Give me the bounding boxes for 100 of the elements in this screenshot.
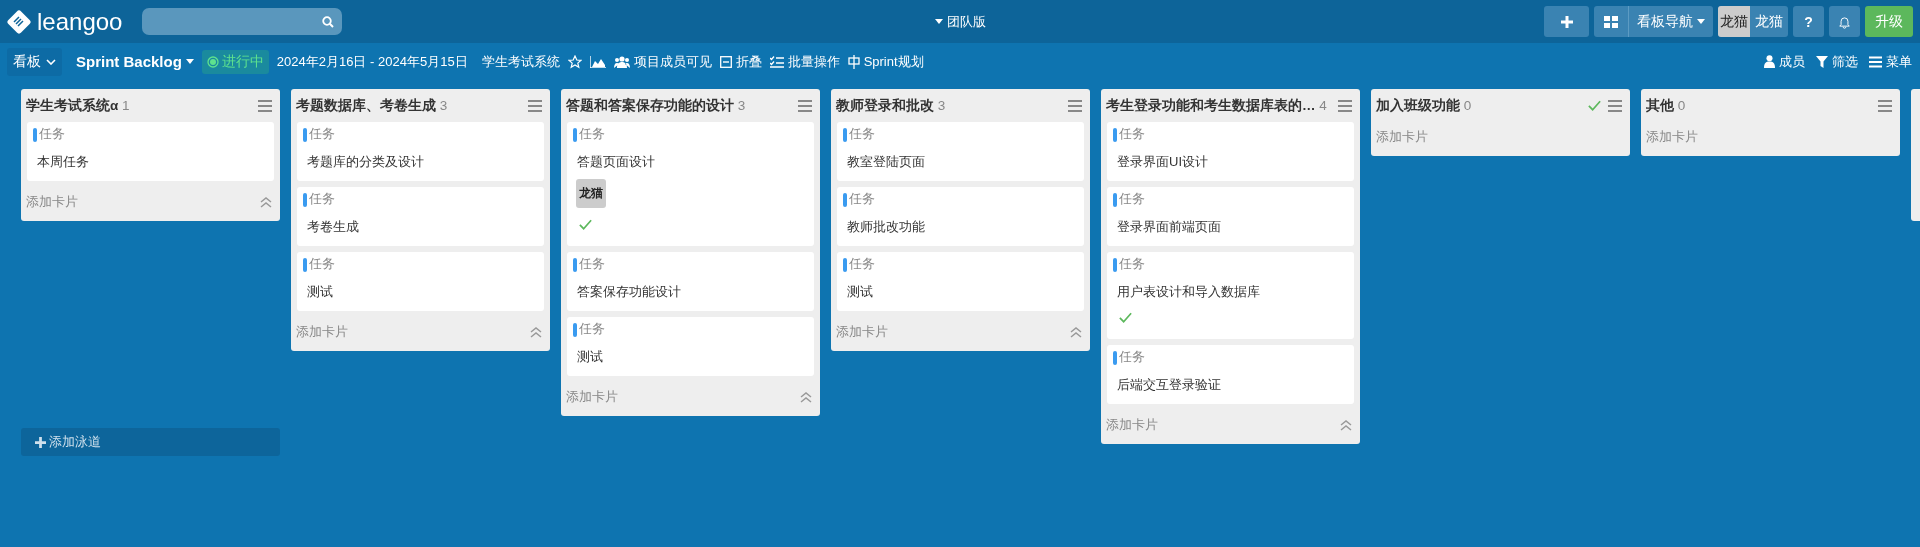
- add-lane-button[interactable]: 添加泳道: [21, 428, 280, 456]
- task-card[interactable]: 任务 考题库的分类及设计: [297, 122, 544, 181]
- lane-title: 考题数据库、考卷生成 3: [296, 96, 449, 115]
- logo-text: leangoo: [37, 7, 123, 36]
- card-title: 测试: [307, 283, 334, 301]
- chevron-icon: [46, 58, 56, 65]
- card-type: 任务: [579, 256, 605, 273]
- card-type: 任务: [849, 126, 875, 143]
- status-badge: 进行中: [201, 49, 269, 74]
- collapse-icon[interactable]: [530, 326, 542, 338]
- collapse-icon[interactable]: [1340, 419, 1352, 431]
- task-card[interactable]: 任务 答题页面设计 龙猫: [567, 122, 814, 246]
- card-title: 答题页面设计: [577, 153, 656, 171]
- add-card-link[interactable]: 添加卡片: [26, 193, 78, 211]
- board-nav-button[interactable]: 看板导航: [1594, 6, 1713, 37]
- task-card[interactable]: 任务 测试: [297, 252, 544, 311]
- help-button[interactable]: ?: [1793, 6, 1824, 37]
- star-icon[interactable]: [567, 54, 582, 69]
- menu-icon[interactable]: [1878, 99, 1892, 112]
- collapse-icon: [719, 55, 732, 68]
- collapse-icon[interactable]: [1070, 326, 1082, 338]
- card-type: 任务: [1119, 349, 1145, 366]
- add-button[interactable]: [1544, 6, 1589, 37]
- board-name-dropdown[interactable]: Sprint Backlog: [76, 53, 194, 70]
- tag-marker: [1113, 257, 1117, 272]
- task-card[interactable]: 任务 登录界面UI设计: [1107, 122, 1354, 181]
- tag-marker: [573, 322, 577, 337]
- view-dropdown[interactable]: 看板: [7, 47, 62, 76]
- menu-icon[interactable]: [798, 99, 812, 112]
- search-field[interactable]: [142, 8, 343, 35]
- card-title: 用户表设计和导入数据库: [1117, 283, 1261, 301]
- menu-icon[interactable]: [528, 99, 542, 112]
- task-card[interactable]: 任务 测试: [567, 317, 814, 376]
- tag-marker: [573, 257, 577, 272]
- checklist-icon: [769, 55, 784, 68]
- task-card[interactable]: 任务 后端交互登录验证: [1107, 345, 1354, 404]
- card-title: 测试: [577, 348, 604, 366]
- task-card[interactable]: 任务 教室登陆页面: [837, 122, 1084, 181]
- card-title: 教师批改功能: [847, 218, 926, 236]
- add-card-link[interactable]: 添加卡片: [566, 388, 618, 406]
- caret-icon: [1697, 19, 1705, 24]
- task-card[interactable]: 任务 教师批改功能: [837, 187, 1084, 246]
- add-card-link[interactable]: 添加卡片: [1646, 128, 1698, 146]
- menu-icon[interactable]: [1068, 99, 1082, 112]
- menu-icon[interactable]: [1338, 99, 1352, 112]
- card-type: 任务: [39, 126, 65, 143]
- grid-icon: [1604, 15, 1618, 28]
- tag-marker: [843, 192, 847, 207]
- user-name[interactable]: 龙猫: [1750, 12, 1788, 31]
- notification-button[interactable]: [1829, 6, 1860, 37]
- tag-marker: [1113, 127, 1117, 142]
- caret-icon: [934, 19, 943, 24]
- card-title: 考题库的分类及设计: [307, 153, 425, 171]
- toolbar-link[interactable]: 筛选: [1816, 52, 1858, 71]
- card-title: 登录界面UI设计: [1117, 153, 1209, 171]
- toolbar-link[interactable]: 项目成员可见: [613, 52, 712, 71]
- card-type: 任务: [1119, 191, 1145, 208]
- task-card[interactable]: 任务 测试: [837, 252, 1084, 311]
- project-link[interactable]: 学生考试系统: [481, 52, 560, 71]
- tag-marker: [303, 127, 307, 142]
- card-title: 登录界面前端页面: [1117, 218, 1222, 236]
- sprint-dates: 2024年2月16日 - 2024年5月15日: [276, 52, 468, 71]
- card-type: 任务: [309, 256, 335, 273]
- toolbar-link[interactable]: 菜单: [1869, 52, 1912, 71]
- edition-menu[interactable]: 团队版: [946, 12, 986, 31]
- collapse-icon[interactable]: [800, 391, 812, 403]
- card-type: 任务: [309, 191, 335, 208]
- card-type: 任务: [849, 191, 875, 208]
- add-card-link[interactable]: 添加卡片: [1106, 416, 1158, 434]
- task-card[interactable]: 任务 本周任务: [27, 122, 274, 181]
- task-card[interactable]: 任务 答案保存功能设计: [567, 252, 814, 311]
- tag-marker: [843, 127, 847, 142]
- toolbar-link[interactable]: 折叠: [719, 52, 762, 71]
- toolbar-link[interactable]: Sprint规划: [847, 52, 924, 71]
- lane-title: 其他 0: [1646, 96, 1687, 115]
- tag-marker: [843, 257, 847, 272]
- task-card[interactable]: 任务 用户表设计和导入数据库: [1107, 252, 1354, 339]
- add-card-link[interactable]: 添加卡片: [836, 323, 888, 341]
- tag-marker: [573, 127, 577, 142]
- collapse-icon[interactable]: [260, 196, 272, 208]
- toolbar-link[interactable]: 批量操作: [769, 52, 840, 71]
- sprint-icon: [847, 54, 860, 69]
- card-type: 任务: [849, 256, 875, 273]
- task-card[interactable]: 任务 登录界面前端页面: [1107, 187, 1354, 246]
- menu-icon[interactable]: [258, 99, 272, 112]
- lane-title: 教师登录和批改 3: [836, 96, 947, 115]
- card-type: 任务: [579, 321, 605, 338]
- add-card-link[interactable]: 添加卡片: [1376, 128, 1428, 146]
- card-type: 任务: [1119, 256, 1145, 273]
- lane-title: 答题和答案保存功能的设计 3: [566, 96, 747, 115]
- toolbar-link[interactable]: 成员: [1764, 52, 1805, 71]
- add-card-link[interactable]: 添加卡片: [296, 323, 348, 341]
- tag-marker: [1113, 350, 1117, 365]
- menu-icon[interactable]: [1608, 99, 1622, 112]
- user-avatar[interactable]: 龙猫: [1718, 6, 1750, 37]
- chart-icon[interactable]: [589, 55, 606, 68]
- people-icon: [613, 55, 630, 68]
- card-title: 教室登陆页面: [847, 153, 926, 171]
- lane-title: 加入班级功能 0: [1376, 96, 1473, 115]
- task-card[interactable]: 任务 考卷生成: [297, 187, 544, 246]
